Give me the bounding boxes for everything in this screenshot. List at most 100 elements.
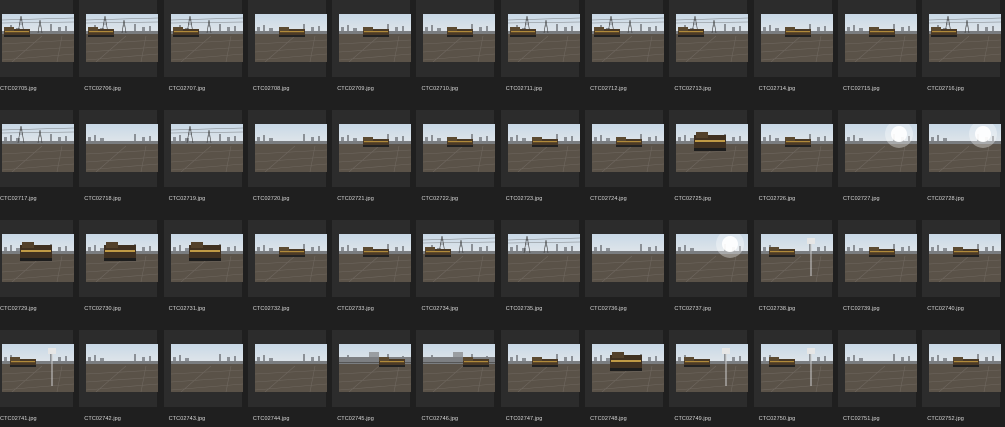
photo-thumbnail[interactable] <box>844 14 917 62</box>
photo-thumbnail[interactable] <box>170 344 243 392</box>
photo-thumbnail[interactable] <box>254 14 327 62</box>
thumbnail-item[interactable]: CTC02748.jpg <box>582 330 666 427</box>
photo-thumbnail[interactable] <box>507 234 580 282</box>
thumbnail-item[interactable]: CTC02721.jpg <box>329 110 413 220</box>
thumbnail-item[interactable]: CTC02733.jpg <box>329 220 413 330</box>
thumbnail-item[interactable]: CTC02712.jpg <box>582 0 666 110</box>
thumbnail-item[interactable]: CTC02710.jpg <box>413 0 497 110</box>
file-name-label: CTC02708.jpg <box>252 86 290 92</box>
photo-thumbnail[interactable] <box>423 14 496 62</box>
thumbnail-item[interactable]: CTC02715.jpg <box>835 0 919 110</box>
photo-thumbnail[interactable] <box>676 234 749 282</box>
photo-thumbnail[interactable] <box>760 14 833 62</box>
photo-thumbnail[interactable] <box>844 234 917 282</box>
photo-thumbnail[interactable] <box>844 124 917 172</box>
photo-thumbnail[interactable] <box>676 344 749 392</box>
photo-thumbnail[interactable] <box>423 344 496 392</box>
thumbnail-item[interactable]: CTC02731.jpg <box>161 220 245 330</box>
thumbnail-item[interactable]: CTC02705.jpg <box>0 0 76 110</box>
thumbnail-item[interactable]: CTC02728.jpg <box>919 110 1003 220</box>
file-name-label: CTC02731.jpg <box>168 306 206 312</box>
thumbnail-item[interactable]: CTC02732.jpg <box>245 220 329 330</box>
photo-thumbnail[interactable] <box>760 234 833 282</box>
thumbnail-item[interactable]: CTC02727.jpg <box>835 110 919 220</box>
photo-thumbnail[interactable] <box>339 234 412 282</box>
photo-thumbnail[interactable] <box>2 344 74 392</box>
thumbnail-item[interactable]: CTC02722.jpg <box>413 110 497 220</box>
photo-thumbnail[interactable] <box>339 124 412 172</box>
photo-thumbnail[interactable] <box>507 124 580 172</box>
photo-thumbnail[interactable] <box>254 234 327 282</box>
photo-thumbnail[interactable] <box>339 344 412 392</box>
thumbnail-item[interactable]: CTC02747.jpg <box>498 330 582 427</box>
thumbnail-item[interactable]: CTC02741.jpg <box>0 330 76 427</box>
photo-thumbnail[interactable] <box>86 344 159 392</box>
photo-thumbnail[interactable] <box>2 14 74 62</box>
thumbnail-item[interactable]: CTC02745.jpg <box>329 330 413 427</box>
thumbnail-item[interactable]: CTC02740.jpg <box>919 220 1003 330</box>
thumbnail-item[interactable]: CTC02720.jpg <box>245 110 329 220</box>
thumbnail-item[interactable]: CTC02736.jpg <box>582 220 666 330</box>
photo-thumbnail[interactable] <box>592 234 665 282</box>
thumbnail-item[interactable]: CTC02717.jpg <box>0 110 76 220</box>
thumbnail-item[interactable]: CTC02708.jpg <box>245 0 329 110</box>
thumbnail-item[interactable]: CTC02730.jpg <box>76 220 160 330</box>
thumbnail-item[interactable]: CTC02752.jpg <box>919 330 1003 427</box>
file-name-label: CTC02745.jpg <box>337 416 374 422</box>
thumbnail-item[interactable]: CTC02706.jpg <box>76 0 160 110</box>
photo-thumbnail[interactable] <box>339 14 412 62</box>
photo-thumbnail[interactable] <box>254 124 327 172</box>
thumbnail-item[interactable]: CTC02709.jpg <box>329 0 413 110</box>
thumbnail-item[interactable]: CTC02714.jpg <box>751 0 835 110</box>
thumbnail-item[interactable]: CTC02738.jpg <box>751 220 835 330</box>
photo-thumbnail[interactable] <box>592 344 665 392</box>
photo-thumbnail[interactable] <box>760 124 833 172</box>
thumbnail-item[interactable]: CTC02750.jpg <box>751 330 835 427</box>
thumbnail-item[interactable]: CTC02734.jpg <box>413 220 497 330</box>
photo-thumbnail[interactable] <box>254 344 327 392</box>
photo-thumbnail[interactable] <box>844 344 917 392</box>
thumbnail-item[interactable]: CTC02719.jpg <box>161 110 245 220</box>
photo-thumbnail[interactable] <box>929 234 1002 282</box>
thumbnail-item[interactable]: CTC02707.jpg <box>161 0 245 110</box>
thumbnail-item[interactable]: CTC02725.jpg <box>666 110 750 220</box>
thumbnail-item[interactable]: CTC02713.jpg <box>666 0 750 110</box>
thumbnail-item[interactable]: CTC02723.jpg <box>498 110 582 220</box>
thumbnail-item[interactable]: CTC02729.jpg <box>0 220 76 330</box>
photo-thumbnail[interactable] <box>423 234 496 282</box>
photo-thumbnail[interactable] <box>929 344 1002 392</box>
thumbnail-item[interactable]: CTC02735.jpg <box>498 220 582 330</box>
photo-thumbnail[interactable] <box>929 124 1002 172</box>
thumbnail-item[interactable]: CTC02718.jpg <box>76 110 160 220</box>
photo-thumbnail[interactable] <box>86 234 159 282</box>
photo-thumbnail[interactable] <box>507 344 580 392</box>
thumbnail-item[interactable]: CTC02746.jpg <box>413 330 497 427</box>
thumbnail-item[interactable]: CTC02742.jpg <box>76 330 160 427</box>
photo-thumbnail[interactable] <box>676 124 749 172</box>
thumbnail-item[interactable]: CTC02751.jpg <box>835 330 919 427</box>
thumbnail-item[interactable]: CTC02711.jpg <box>498 0 582 110</box>
photo-thumbnail[interactable] <box>170 124 243 172</box>
photo-thumbnail[interactable] <box>507 14 580 62</box>
photo-thumbnail[interactable] <box>2 234 74 282</box>
photo-thumbnail[interactable] <box>170 234 243 282</box>
thumbnail-item[interactable]: CTC02744.jpg <box>245 330 329 427</box>
photo-thumbnail[interactable] <box>676 14 749 62</box>
photo-thumbnail[interactable] <box>86 14 159 62</box>
file-name-label: CTC02737.jpg <box>674 306 712 312</box>
photo-thumbnail[interactable] <box>86 124 159 172</box>
thumbnail-item[interactable]: CTC02737.jpg <box>666 220 750 330</box>
photo-thumbnail[interactable] <box>929 14 1002 62</box>
photo-thumbnail[interactable] <box>170 14 243 62</box>
thumbnail-item[interactable]: CTC02749.jpg <box>666 330 750 427</box>
photo-thumbnail[interactable] <box>423 124 496 172</box>
thumbnail-item[interactable]: CTC02724.jpg <box>582 110 666 220</box>
photo-thumbnail[interactable] <box>592 124 665 172</box>
photo-thumbnail[interactable] <box>760 344 833 392</box>
thumbnail-item[interactable]: CTC02716.jpg <box>919 0 1003 110</box>
thumbnail-item[interactable]: CTC02726.jpg <box>751 110 835 220</box>
photo-thumbnail[interactable] <box>592 14 665 62</box>
photo-thumbnail[interactable] <box>2 124 74 172</box>
thumbnail-item[interactable]: CTC02739.jpg <box>835 220 919 330</box>
thumbnail-item[interactable]: CTC02743.jpg <box>161 330 245 427</box>
